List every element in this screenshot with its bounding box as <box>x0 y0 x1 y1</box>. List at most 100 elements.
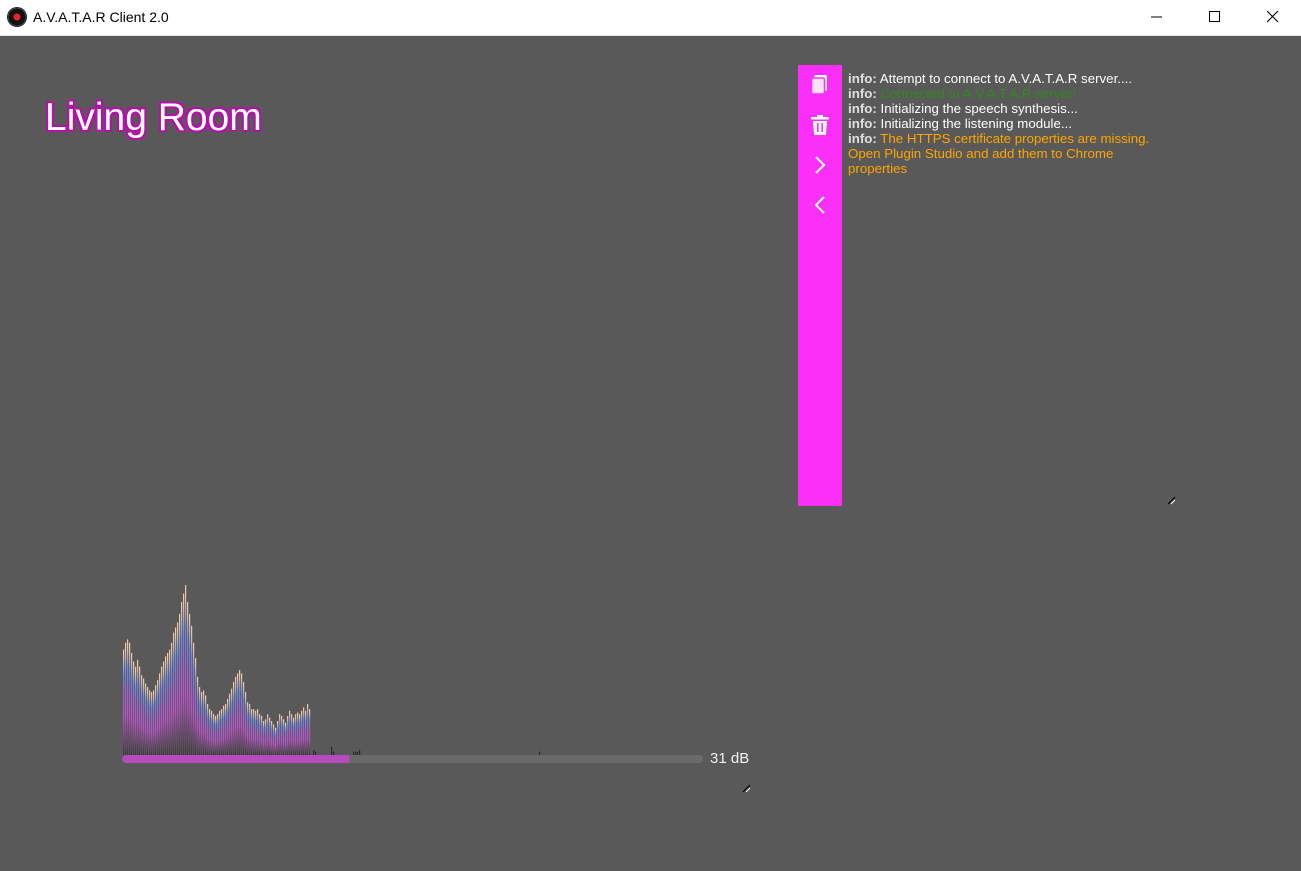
spectrum-bar <box>189 613 191 755</box>
spectrum-bar <box>207 704 209 755</box>
spectrum-bar <box>293 717 295 755</box>
spectrum-bar <box>233 681 235 755</box>
spectrum-bar <box>295 714 297 755</box>
maximize-button[interactable] <box>1186 0 1244 35</box>
maximize-icon <box>1209 11 1220 22</box>
spectrum-bar <box>127 639 129 755</box>
close-icon <box>1267 11 1279 23</box>
spectrum-bar <box>147 687 149 755</box>
log-panel: info: Attempt to connect to A.V.A.T.A.R … <box>848 71 1168 176</box>
spectrum-bar <box>237 673 239 755</box>
spectrum-bar <box>217 714 219 755</box>
spectrum-bar <box>149 690 151 755</box>
spectrum-bar <box>279 714 281 755</box>
spectrum-bar <box>193 642 195 755</box>
spectrum-bar <box>297 712 299 755</box>
spectrum-bar <box>253 709 255 755</box>
spectrum-bar <box>259 714 261 755</box>
spectrum-bar <box>285 722 287 755</box>
room-title: Living Room <box>45 96 262 139</box>
spectrum-bar <box>171 642 173 755</box>
spectrum-bar <box>289 710 291 755</box>
spectrum-bar <box>261 715 263 755</box>
spectrum-bar <box>141 675 143 755</box>
spectrum-bar <box>183 593 185 755</box>
log-resize-handle[interactable] <box>1166 495 1176 505</box>
copy-icon <box>810 75 827 95</box>
spectrum-bar <box>185 585 187 755</box>
copy-log-button[interactable] <box>808 73 832 97</box>
spectrum-bar <box>135 666 137 755</box>
spectrum-bar <box>247 702 249 755</box>
log-toolbar <box>798 65 842 506</box>
spectrum-bar <box>181 602 183 755</box>
spectrum-bar <box>255 710 257 755</box>
spectrum-bar <box>245 692 247 755</box>
spectrum-bar <box>309 709 311 755</box>
audio-resize-handle[interactable] <box>741 783 751 793</box>
window-title: A.V.A.T.A.R Client 2.0 <box>33 9 169 25</box>
spectrum-bar <box>239 670 241 755</box>
trash-icon <box>811 115 829 135</box>
spectrum-bar <box>273 724 275 755</box>
spectrum-bar <box>165 656 167 755</box>
log-entry: info: Initializing the listening module.… <box>848 116 1168 131</box>
spectrum-bar <box>203 690 205 755</box>
spectrum-bar <box>169 649 171 755</box>
close-button[interactable] <box>1244 0 1301 35</box>
spectrum-bar <box>257 709 259 755</box>
log-entry-message: Attempt to connect to A.V.A.T.A.R server… <box>879 71 1133 86</box>
spectrum-bar <box>227 698 229 755</box>
previous-log-button[interactable] <box>808 193 832 217</box>
chevron-left-icon <box>814 196 825 214</box>
spectrum-bar <box>291 714 293 755</box>
spectrum-bar <box>145 683 147 755</box>
spectrum-bar <box>167 653 169 755</box>
spectrum-bar <box>125 642 127 755</box>
minimize-button[interactable] <box>1128 0 1186 35</box>
spectrum-bar <box>283 719 285 755</box>
log-entry-label: info: <box>848 86 877 101</box>
spectrum-bar <box>331 746 333 755</box>
chevron-right-icon <box>815 156 826 174</box>
spectrum-bar <box>157 680 159 755</box>
spectrum-bar <box>173 632 175 755</box>
spectrum-bar <box>287 715 289 755</box>
log-entry-label: info: <box>848 131 877 146</box>
log-entry: info: Connected to A.V.A.T.A.R server! <box>848 86 1168 101</box>
spectrum-bar <box>265 719 267 755</box>
spectrum-bar <box>301 710 303 755</box>
spectrum-bar <box>303 707 305 755</box>
spectrum-bar <box>211 710 213 755</box>
spectrum-bar <box>137 659 139 755</box>
spectrum-bar <box>191 625 193 755</box>
spectrum-bar <box>209 709 211 755</box>
log-entry: info: The HTTPS certificate properties a… <box>848 131 1168 176</box>
spectrum-bar <box>155 685 157 755</box>
audio-level-label: 31 dB <box>710 750 750 767</box>
spectrum-bar <box>249 704 251 755</box>
spectrum-bar <box>275 727 277 755</box>
spectrum-bar <box>133 661 135 755</box>
spectrum-bar <box>281 715 283 755</box>
spectrum-bar <box>123 649 125 755</box>
spectrum-bar <box>225 704 227 755</box>
spectrum-bar <box>243 681 245 755</box>
audio-level-fill <box>122 755 349 763</box>
spectrum-bar <box>271 721 273 755</box>
clear-log-button[interactable] <box>808 113 832 137</box>
spectrum-bar <box>195 658 197 755</box>
spectrum-bar <box>131 653 133 755</box>
spectrum-bar <box>299 714 301 755</box>
window-titlebar: A.V.A.T.A.R Client 2.0 <box>0 0 1301 36</box>
spectrum-bar <box>251 709 253 755</box>
log-entry-message: Initializing the listening module... <box>880 116 1072 131</box>
spectrum-bar <box>267 714 269 755</box>
spectrum-bar <box>213 714 215 755</box>
next-log-button[interactable] <box>808 153 832 177</box>
log-entry-message: The HTTPS certificate properties are mis… <box>848 131 1150 176</box>
spectrum-bar <box>159 673 161 755</box>
spectrum-bar <box>205 695 207 755</box>
spectrum-bar <box>219 710 221 755</box>
spectrum-bar <box>231 688 233 755</box>
